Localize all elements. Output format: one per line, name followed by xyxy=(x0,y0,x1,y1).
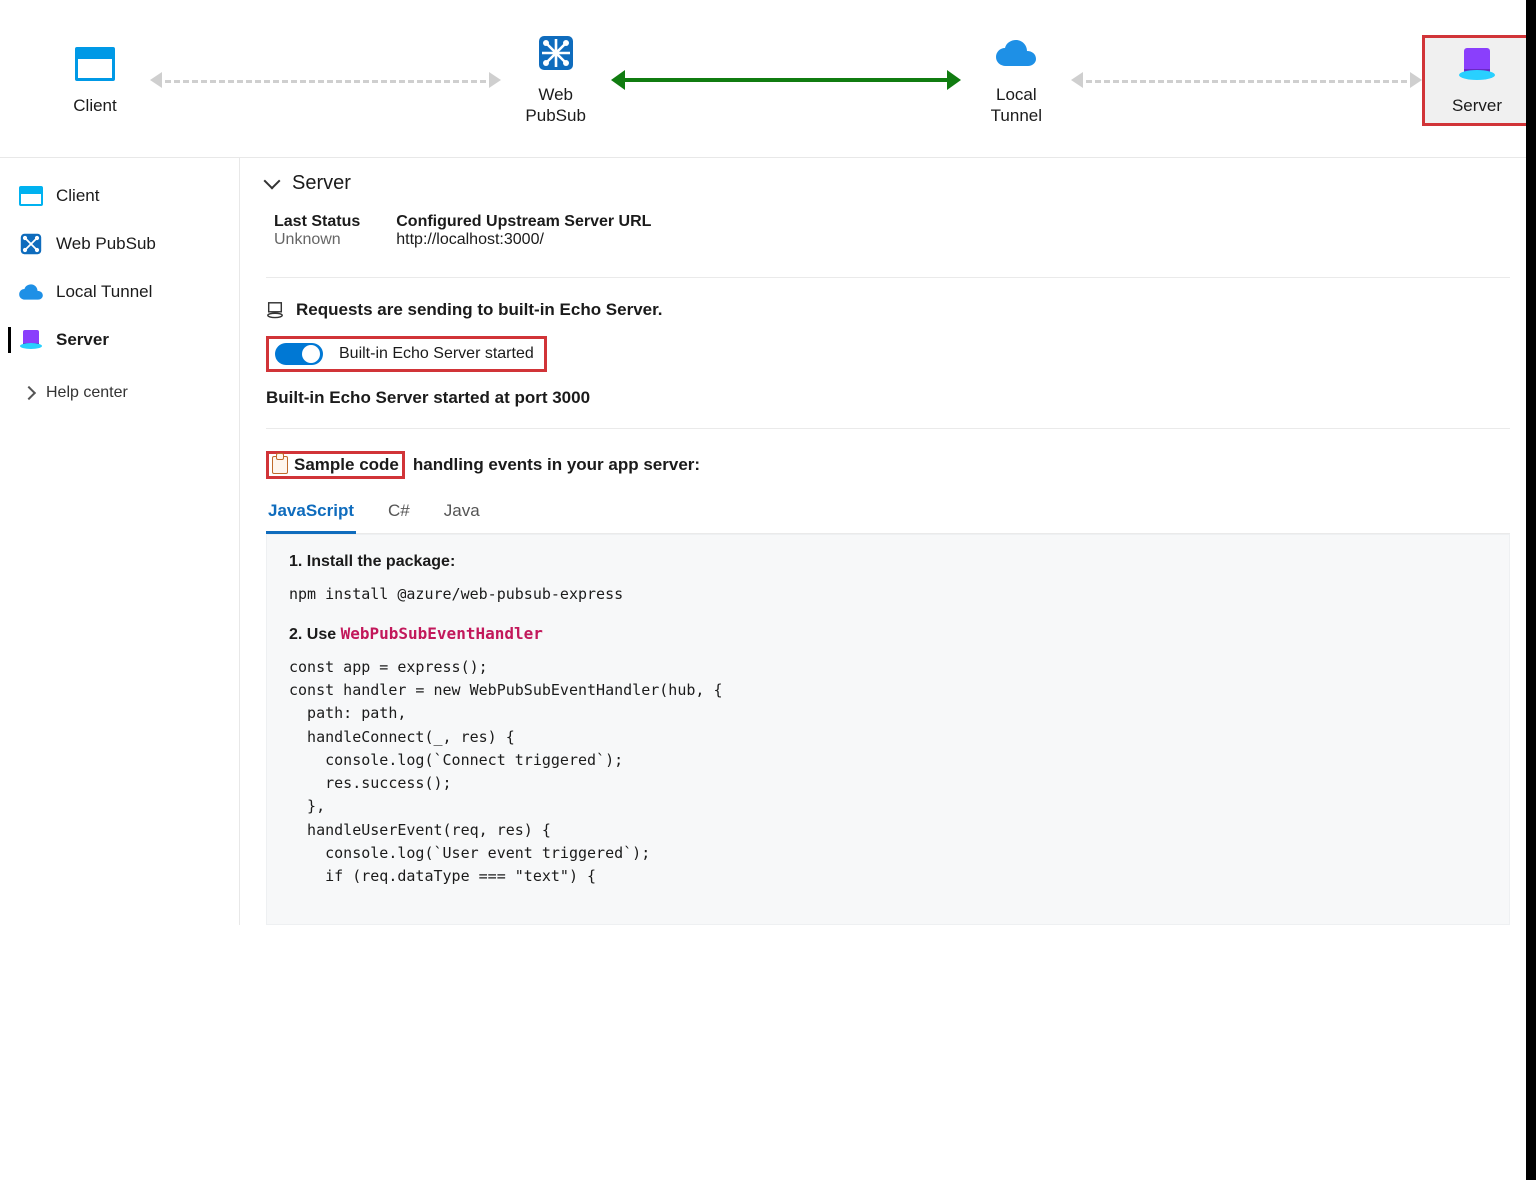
echo-server-toggle[interactable] xyxy=(275,343,323,365)
sidebar-help-center[interactable]: Help center xyxy=(0,364,239,413)
arrow-localtunnel-server xyxy=(1071,66,1422,94)
node-server[interactable]: Server xyxy=(1422,35,1532,126)
sample-code-highlight: Sample code xyxy=(266,451,405,479)
server-icon xyxy=(1459,48,1495,80)
divider xyxy=(266,428,1510,429)
chevron-down-icon xyxy=(264,173,281,190)
tab-javascript[interactable]: JavaScript xyxy=(266,493,356,534)
arrow-webpubsub-localtunnel xyxy=(611,66,962,94)
node-server-label: Server xyxy=(1452,95,1502,116)
client-icon xyxy=(19,186,43,206)
cloud-icon xyxy=(994,38,1038,68)
upstream-url-value: http://localhost:3000/ xyxy=(396,231,651,249)
last-status-value: Unknown xyxy=(274,231,360,249)
upstream-url-label: Configured Upstream Server URL xyxy=(396,213,651,231)
webpubsub-icon xyxy=(19,232,43,256)
server-icon xyxy=(20,330,42,349)
node-localtunnel[interactable]: Local Tunnel xyxy=(961,24,1071,137)
workflow-bar: Client Web PubSub Local Tunnel Server xyxy=(0,0,1536,158)
clipboard-icon xyxy=(272,456,288,474)
step1-command: npm install @azure/web-pubsub-express xyxy=(289,583,1487,606)
server-outline-icon xyxy=(266,301,284,319)
code-sample-box: 1. Install the package: npm install @azu… xyxy=(266,534,1510,926)
sample-code-heading: Sample code handling events in your app … xyxy=(266,451,1510,479)
section-toggle-server[interactable]: Server xyxy=(266,172,1510,195)
client-icon xyxy=(75,47,115,81)
node-client-label: Client xyxy=(73,95,116,116)
last-status-label: Last Status xyxy=(274,213,360,231)
node-webpubsub-label: Web PubSub xyxy=(525,84,586,127)
divider xyxy=(266,277,1510,278)
tab-csharp[interactable]: C# xyxy=(386,493,412,533)
main-panel: Server Last Status Unknown Configured Up… xyxy=(240,158,1536,926)
sidebar-item-label: Server xyxy=(56,330,109,350)
step1-title: 1. Install the package: xyxy=(289,553,1487,571)
node-client[interactable]: Client xyxy=(40,35,150,126)
node-localtunnel-label: Local Tunnel xyxy=(991,84,1042,127)
sidebar-item-webpubsub[interactable]: Web PubSub xyxy=(0,220,239,268)
step2-title: 2. Use WebPubSubEventHandler xyxy=(289,624,1487,644)
sidebar-help-label: Help center xyxy=(46,384,128,402)
node-webpubsub[interactable]: Web PubSub xyxy=(501,24,611,137)
arrow-client-webpubsub xyxy=(150,66,501,94)
webpubsub-icon xyxy=(536,33,576,73)
cloud-icon xyxy=(18,283,44,301)
sidebar-item-label: Web PubSub xyxy=(56,234,156,254)
sidebar: Client Web PubSub Local Tunnel xyxy=(0,158,240,926)
echo-toggle-label: Built-in Echo Server started xyxy=(339,345,534,363)
sidebar-item-label: Client xyxy=(56,186,99,206)
sidebar-item-localtunnel[interactable]: Local Tunnel xyxy=(0,268,239,316)
section-title: Server xyxy=(292,172,351,195)
echo-requests-line: Requests are sending to built-in Echo Se… xyxy=(266,300,1510,320)
code-tabs: JavaScript C# Java xyxy=(266,493,1510,534)
echo-started-line: Built-in Echo Server started at port 300… xyxy=(266,388,1510,408)
echo-toggle-highlight: Built-in Echo Server started xyxy=(266,336,547,372)
sidebar-item-server[interactable]: Server xyxy=(0,316,239,364)
sidebar-item-client[interactable]: Client xyxy=(0,172,239,220)
chevron-right-icon xyxy=(22,385,36,399)
sidebar-item-label: Local Tunnel xyxy=(56,282,152,302)
tab-java[interactable]: Java xyxy=(442,493,482,533)
window-edge xyxy=(1526,0,1536,1180)
step2-classname: WebPubSubEventHandler xyxy=(341,624,543,643)
status-row: Last Status Unknown Configured Upstream … xyxy=(274,213,1510,249)
step2-code: const app = express(); const handler = n… xyxy=(289,656,1487,889)
